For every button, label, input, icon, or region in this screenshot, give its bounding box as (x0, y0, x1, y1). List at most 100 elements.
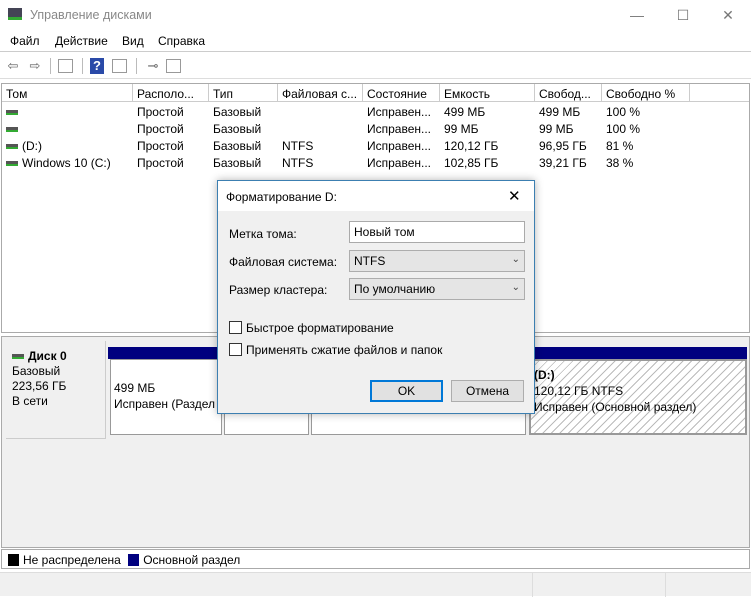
table-cell[interactable]: Исправен... (367, 122, 442, 139)
volume-name: Windows 10 (C:) (22, 156, 111, 170)
table-cell[interactable]: 120,12 ГБ (444, 139, 537, 156)
properties-icon[interactable] (166, 59, 181, 73)
table-cell[interactable]: Исправен... (367, 156, 442, 173)
cluster-size-select[interactable]: По умолчанию ⌄ (349, 278, 525, 300)
column-header-volume[interactable]: Том (2, 84, 133, 102)
volume-name-cell[interactable] (6, 105, 133, 122)
table-cell[interactable]: 102,85 ГБ (444, 156, 537, 173)
table-cell[interactable]: 38 % (606, 156, 690, 173)
table-cell[interactable]: Базовый (213, 105, 280, 122)
table-cell[interactable] (282, 105, 365, 122)
ok-button[interactable]: OK (370, 380, 443, 402)
toolbar: ⇦ ⇨ ? ⊸ (0, 53, 751, 79)
disk-management-icon (8, 8, 22, 20)
volume-name-cell[interactable]: (D:) (6, 139, 133, 156)
toolbar-separator (50, 58, 51, 74)
drive-icon (6, 127, 18, 133)
forward-icon[interactable]: ⇨ (26, 57, 44, 75)
minimize-button[interactable]: — (617, 4, 657, 26)
table-cell[interactable]: 100 % (606, 105, 690, 122)
title-bar: Управление дисками — ☐ ✕ (0, 0, 751, 30)
column-header-filesystem[interactable]: Файловая с... (278, 84, 363, 102)
partition-size: 499 МБ (114, 381, 156, 395)
show-action-pane-icon[interactable] (112, 59, 127, 73)
volume-name: (D:) (22, 139, 42, 153)
disk-name: Диск 0 (28, 349, 67, 363)
filesystem-value: NTFS (354, 254, 386, 268)
table-cell[interactable]: Простой (137, 139, 211, 156)
table-cell[interactable] (282, 122, 365, 139)
compress-checkbox[interactable] (229, 343, 242, 356)
dialog-close-button[interactable]: ✕ (508, 187, 521, 205)
table-cell[interactable]: Исправен... (367, 139, 442, 156)
connect-icon[interactable]: ⊸ (144, 57, 162, 75)
column-header-empty (690, 84, 749, 102)
column-header-free-percent[interactable]: Свободно % (602, 84, 690, 102)
dialog-title: Форматирование D: (226, 190, 337, 204)
dialog-title-bar: Форматирование D: ✕ (218, 181, 534, 211)
close-button[interactable]: ✕ (708, 4, 748, 26)
table-cell[interactable]: 99 МБ (444, 122, 537, 139)
show-hide-tree-icon[interactable] (58, 59, 73, 73)
partition-1[interactable]: 499 МБ Исправен (Раздел (110, 359, 222, 435)
partition-size: 120,12 ГБ NTFS (534, 384, 624, 398)
disk-status: В сети (12, 394, 48, 408)
table-cell[interactable]: NTFS (282, 139, 365, 156)
format-dialog: Форматирование D: ✕ Метка тома: Новый то… (217, 180, 535, 414)
menu-help[interactable]: Справка (158, 34, 205, 48)
table-cell[interactable]: 81 % (606, 139, 690, 156)
column-header-type[interactable]: Тип (209, 84, 278, 102)
table-cell[interactable]: Исправен... (367, 105, 442, 122)
toolbar-separator (82, 58, 83, 74)
legend-unallocated: Не распределена (23, 553, 121, 567)
table-cell[interactable]: 96,95 ГБ (539, 139, 604, 156)
table-cell[interactable]: Простой (137, 105, 211, 122)
filesystem-label: Файловая система: (229, 255, 338, 269)
help-icon[interactable]: ? (90, 58, 104, 74)
primary-swatch (128, 554, 140, 566)
column-header-capacity[interactable]: Емкость (440, 84, 535, 102)
table-cell[interactable]: Простой (137, 122, 211, 139)
filesystem-select[interactable]: NTFS ⌄ (349, 250, 525, 272)
menu-action[interactable]: Действие (55, 34, 108, 48)
volume-label-label: Метка тома: (229, 227, 297, 241)
table-cell[interactable]: Простой (137, 156, 211, 173)
legend-primary: Основной раздел (143, 553, 241, 567)
unallocated-swatch (8, 554, 19, 566)
partition-d[interactable]: (D:) 120,12 ГБ NTFS Исправен (Основной р… (529, 359, 747, 435)
partition-label: (D:) (534, 368, 555, 382)
column-header-free[interactable]: Свобод... (535, 84, 602, 102)
table-cell[interactable]: 100 % (606, 122, 690, 139)
maximize-button[interactable]: ☐ (663, 4, 703, 26)
window-title: Управление дисками (30, 8, 152, 22)
legend: Не распределена Основной раздел (1, 549, 750, 569)
table-cell[interactable]: 39,21 ГБ (539, 156, 604, 173)
menu-view[interactable]: Вид (122, 34, 144, 48)
chevron-down-icon: ⌄ (511, 254, 520, 265)
back-icon[interactable]: ⇦ (4, 57, 22, 75)
drive-icon (6, 161, 18, 167)
column-header-status[interactable]: Состояние (363, 84, 440, 102)
table-cell[interactable]: 499 МБ (539, 105, 604, 122)
table-cell[interactable]: NTFS (282, 156, 365, 173)
table-cell[interactable]: Базовый (213, 122, 280, 139)
cluster-size-label: Размер кластера: (229, 283, 328, 297)
quick-format-checkbox[interactable] (229, 321, 242, 334)
column-header-layout[interactable]: Располо... (133, 84, 209, 102)
volume-name-cell[interactable]: Windows 10 (C:) (6, 156, 133, 173)
table-cell[interactable]: 99 МБ (539, 122, 604, 139)
volume-name-cell[interactable] (6, 122, 133, 139)
toolbar-separator (136, 58, 137, 74)
menu-file[interactable]: Файл (10, 34, 40, 48)
partition-status: Исправен (Основной раздел) (534, 400, 697, 414)
disk-0-info[interactable]: Диск 0 Базовый 223,56 ГБ В сети (6, 341, 106, 439)
compress-label[interactable]: Применять сжатие файлов и папок (246, 343, 442, 357)
table-cell[interactable]: Базовый (213, 139, 280, 156)
cancel-button[interactable]: Отмена (451, 380, 524, 402)
table-cell[interactable]: 499 МБ (444, 105, 537, 122)
volume-label-input[interactable]: Новый том (349, 221, 525, 243)
chevron-down-icon: ⌄ (511, 282, 520, 293)
partition-status: Исправен (Раздел (114, 397, 216, 411)
table-cell[interactable]: Базовый (213, 156, 280, 173)
quick-format-label[interactable]: Быстрое форматирование (246, 321, 394, 335)
